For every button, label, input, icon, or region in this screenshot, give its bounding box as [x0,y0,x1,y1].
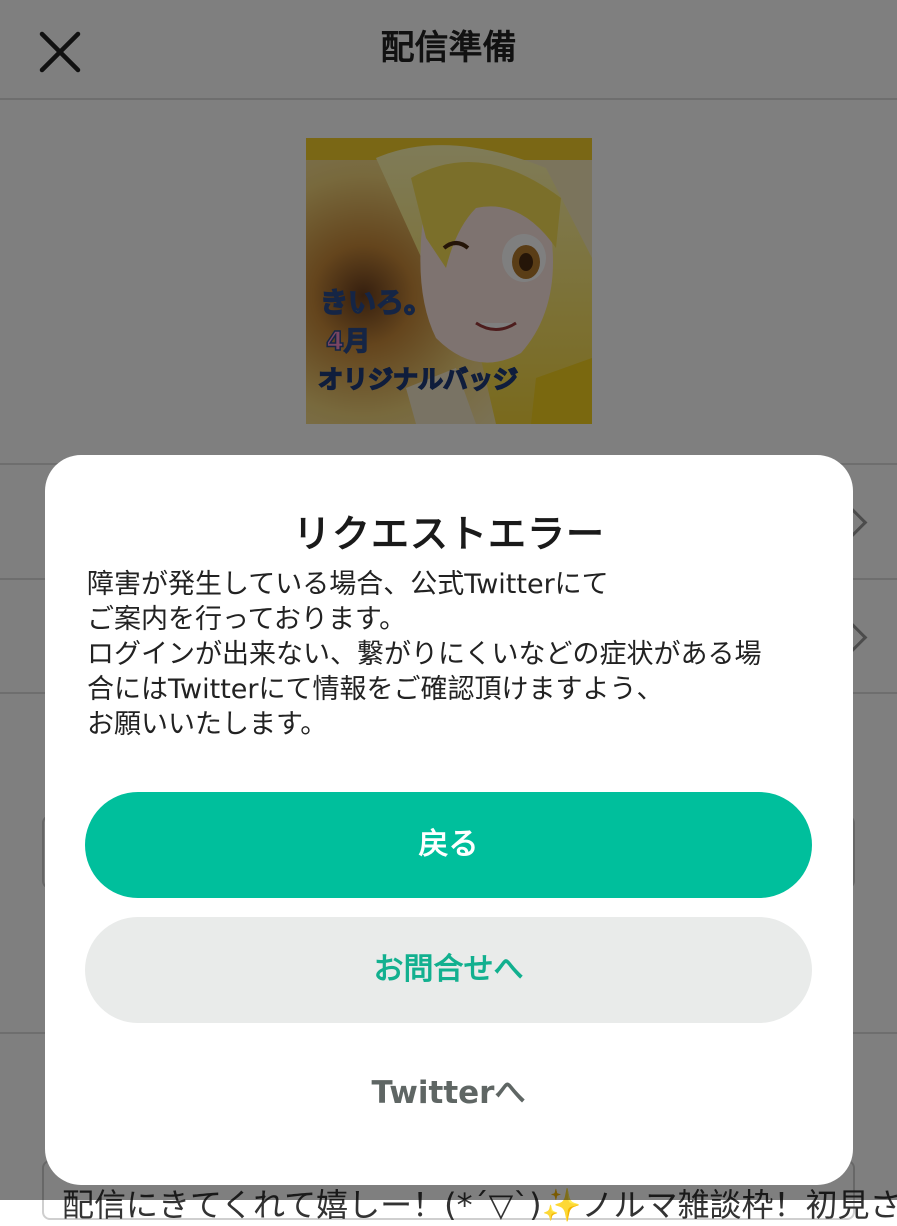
message-line: 障害が発生している場合、公式Twitterにて [87,569,609,600]
dialog-title: リクエストエラー [292,512,605,556]
message-line: ご案内を行っております。 [87,604,407,635]
message-line: お願いいたします。 [87,709,328,740]
back-button[interactable]: 戻る [85,792,812,898]
contact-button[interactable]: お問合せへ [85,917,812,1023]
dialog-message: 障害が発生している場合、公式Twitterにて ご案内を行っております。 ログイ… [87,567,827,742]
request-error-dialog: リクエストエラー 障害が発生している場合、公式Twitterにて ご案内を行って… [45,455,853,1185]
twitter-link-button[interactable]: Twitterへ [85,1055,812,1131]
message-line: ログインが出来ない、繋がりにくいなどの症状がある場 [87,639,762,670]
message-line: 合にはTwitterにて情報をご確認頂けますよう、 [87,674,664,705]
